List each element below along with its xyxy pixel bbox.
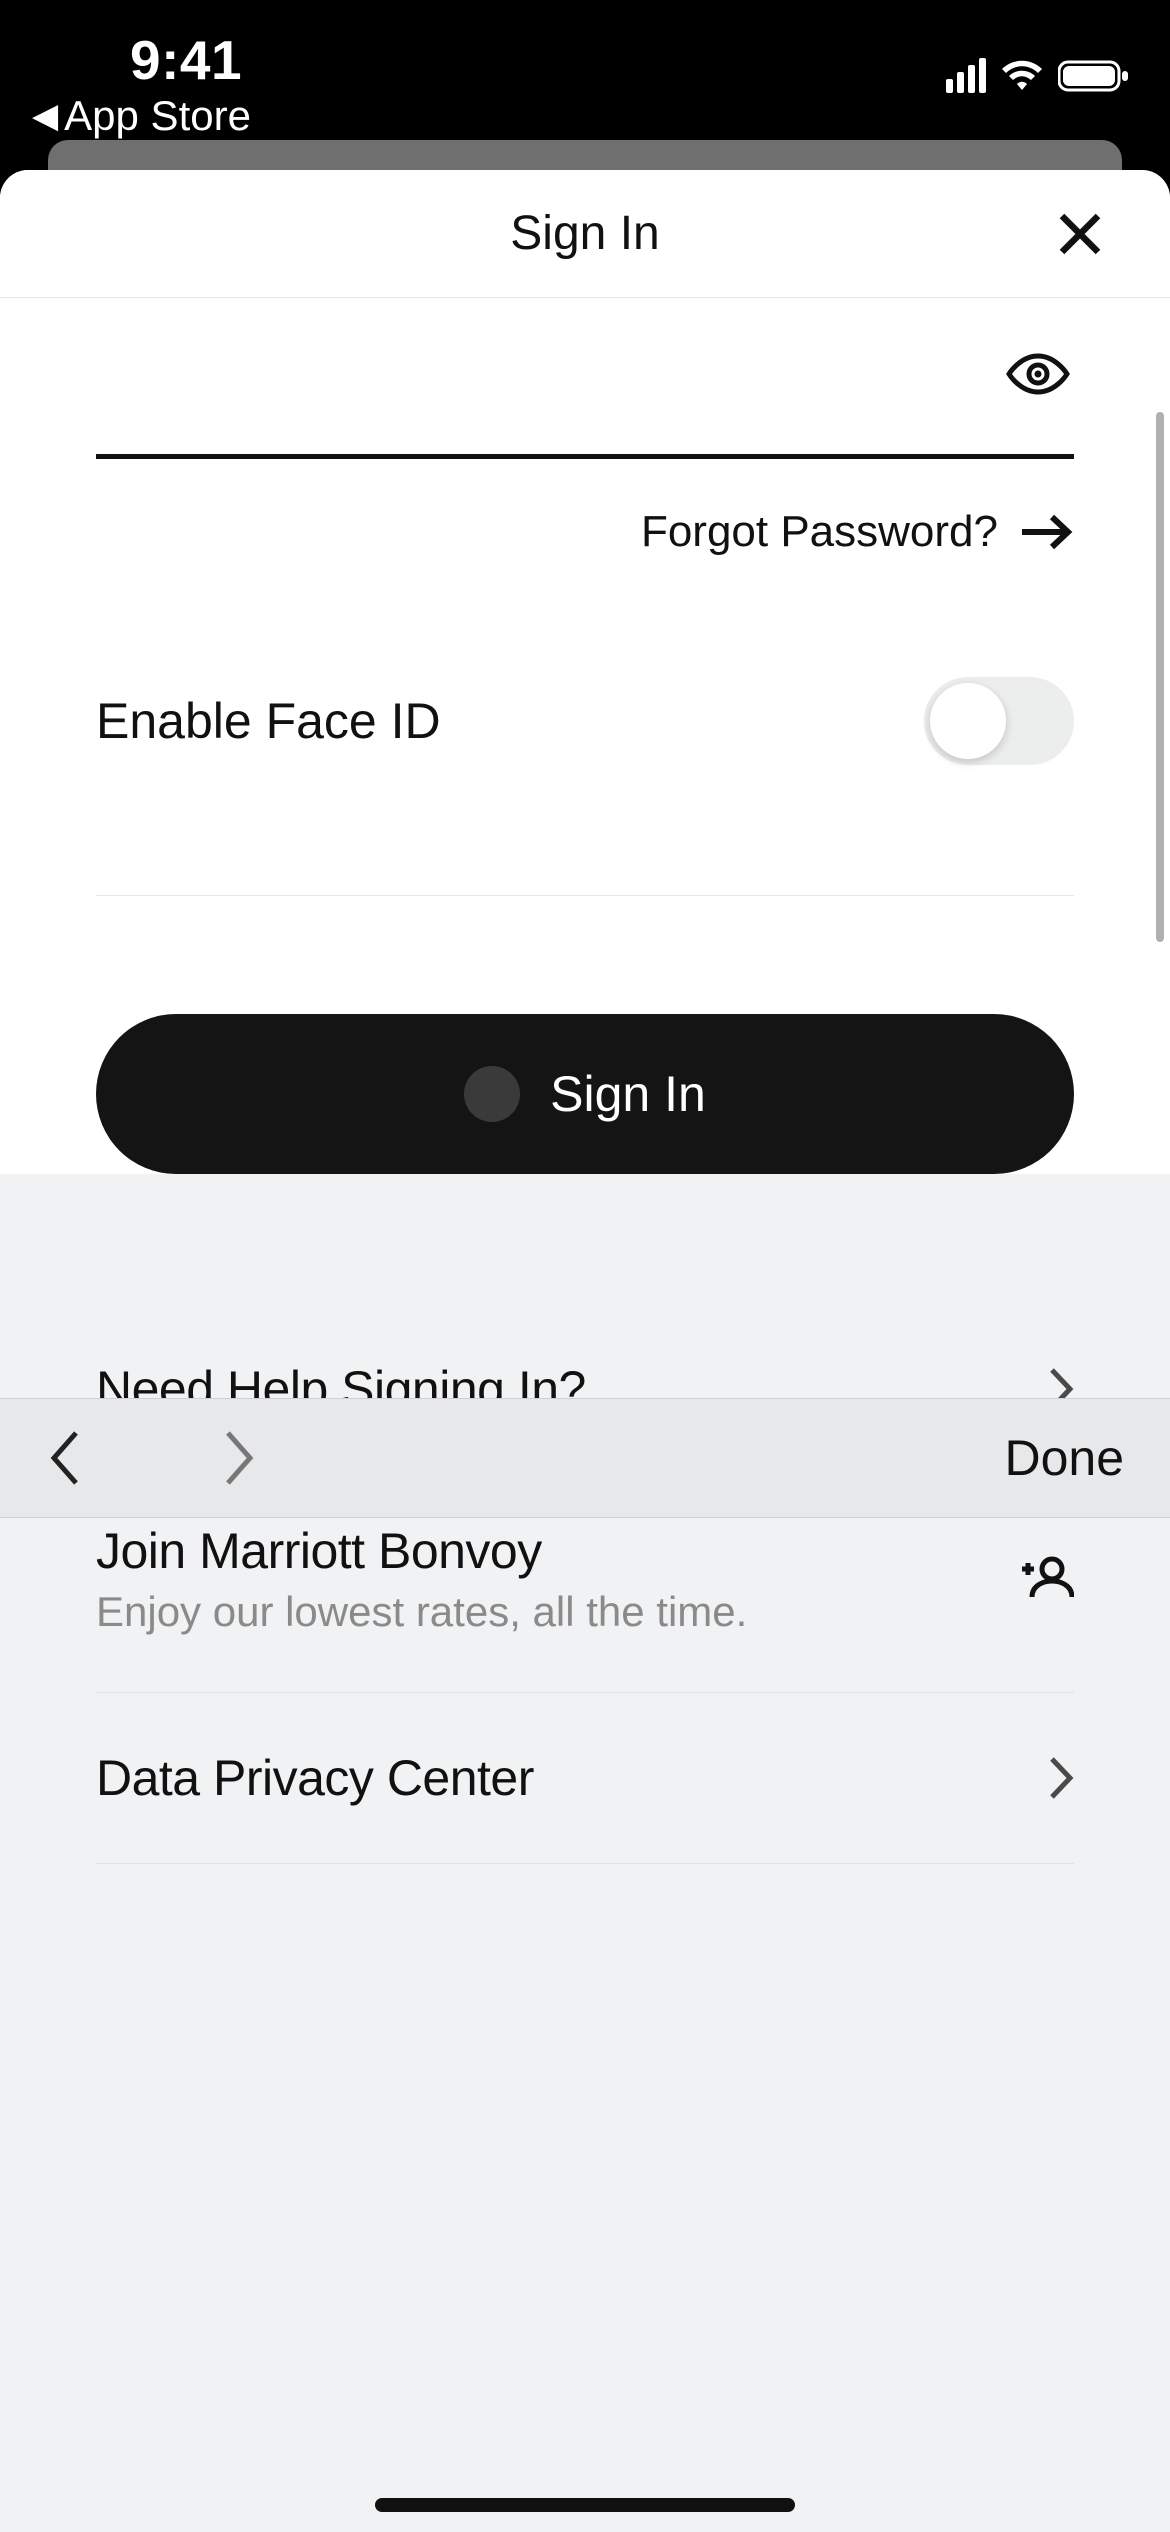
chevron-right-icon bbox=[222, 1427, 258, 1489]
divider bbox=[96, 895, 1074, 896]
back-to-app-button[interactable]: ◀ App Store bbox=[32, 92, 251, 140]
back-app-label: App Store bbox=[64, 92, 251, 140]
data-privacy-row[interactable]: Data Privacy Center bbox=[0, 1693, 1170, 1863]
prev-field-button[interactable] bbox=[46, 1427, 82, 1489]
list-rows: Need Help Signing In? Join Marriott Bonv… bbox=[0, 1304, 1170, 1864]
list-separator bbox=[96, 1863, 1074, 1864]
status-time: 9:41 bbox=[130, 28, 242, 92]
sign-in-sheet: Sign In Forgot Password? bbox=[0, 170, 1170, 2532]
sign-in-button-label: Sign In bbox=[550, 1065, 706, 1123]
password-field[interactable] bbox=[96, 358, 1074, 459]
list-item-label: Join Marriott Bonvoy bbox=[96, 1522, 747, 1580]
close-icon bbox=[1057, 211, 1103, 257]
toggle-knob bbox=[930, 683, 1006, 759]
list-item-label: Data Privacy Center bbox=[96, 1749, 534, 1807]
person-add-icon bbox=[1018, 1555, 1074, 1604]
face-id-label: Enable Face ID bbox=[96, 692, 441, 750]
wifi-icon bbox=[1000, 59, 1044, 93]
cellular-icon bbox=[946, 58, 986, 93]
next-field-button[interactable] bbox=[222, 1427, 258, 1489]
caret-left-icon: ◀ bbox=[32, 96, 58, 136]
forgot-password-link[interactable]: Forgot Password? bbox=[96, 459, 1074, 567]
password-row bbox=[96, 298, 1074, 459]
forgot-password-label: Forgot Password? bbox=[641, 507, 998, 557]
face-id-toggle[interactable] bbox=[924, 677, 1074, 765]
keyboard-accessory-bar: Done bbox=[0, 1398, 1170, 1518]
toggle-password-visibility-button[interactable] bbox=[1002, 338, 1074, 410]
loading-indicator-icon bbox=[464, 1066, 520, 1122]
chevron-right-icon bbox=[1048, 1755, 1074, 1801]
scroll-indicator[interactable] bbox=[1156, 412, 1164, 942]
chevron-left-icon bbox=[46, 1427, 82, 1489]
close-button[interactable] bbox=[1052, 206, 1108, 262]
status-bar: 9:41 bbox=[0, 0, 1170, 100]
face-id-row: Enable Face ID bbox=[96, 567, 1074, 775]
sheet-header: Sign In bbox=[0, 170, 1170, 298]
battery-icon bbox=[1058, 59, 1130, 93]
sign-in-button[interactable]: Sign In bbox=[96, 1014, 1074, 1174]
home-indicator[interactable] bbox=[375, 2498, 795, 2512]
arrow-right-icon bbox=[1018, 512, 1074, 552]
list-item-sub: Enjoy our lowest rates, all the time. bbox=[96, 1588, 747, 1636]
keyboard-done-button[interactable]: Done bbox=[1004, 1429, 1124, 1487]
status-icons bbox=[946, 58, 1130, 93]
form-area: Forgot Password? Enable Face ID Sign In bbox=[0, 298, 1170, 1174]
eye-icon bbox=[1006, 352, 1070, 396]
page-title: Sign In bbox=[510, 206, 659, 261]
